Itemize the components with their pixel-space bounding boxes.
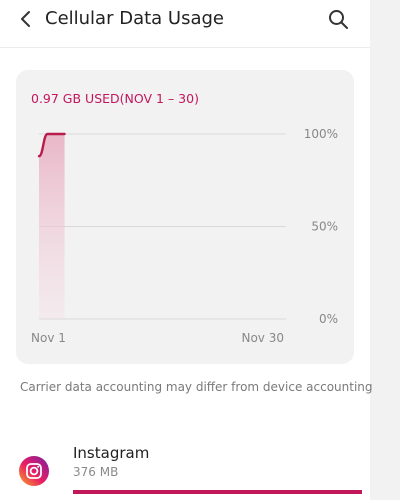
search-icon[interactable] (327, 8, 349, 30)
header-divider (0, 47, 370, 48)
list-item-instagram[interactable]: Instagram 376 MB (0, 430, 370, 500)
app-bar: Cellular Data Usage (0, 0, 370, 40)
instagram-icon (19, 456, 49, 486)
chevron-left-icon[interactable] (17, 9, 35, 29)
y-tick-label: 50% (311, 220, 338, 234)
app-data-size: 376 MB (73, 465, 119, 479)
x-tick-label: Nov 1 (31, 331, 66, 345)
screen-edge-strip (370, 0, 400, 500)
carrier-note: Carrier data accounting may differ from … (20, 380, 373, 394)
y-tick-label: 0% (319, 312, 338, 326)
cellular-data-usage-screen: Cellular Data Usage 0.97 GB USED(NOV 1 –… (0, 0, 400, 500)
usage-chart-card: 0.97 GB USED(NOV 1 – 30) 100% 50% 0% Nov 1N… (16, 70, 354, 364)
y-tick-label: 100% (304, 127, 338, 141)
usage-area (39, 134, 65, 319)
app-usage-bar (73, 490, 362, 494)
x-tick-label: Nov 30 (241, 331, 284, 345)
app-name: Instagram (73, 444, 150, 462)
usage-chart: 100% 50% 0% Nov 1 Nov 30 (31, 127, 338, 345)
page-title: Cellular Data Usage (45, 8, 224, 29)
app-usage-bar-fill (73, 490, 362, 494)
